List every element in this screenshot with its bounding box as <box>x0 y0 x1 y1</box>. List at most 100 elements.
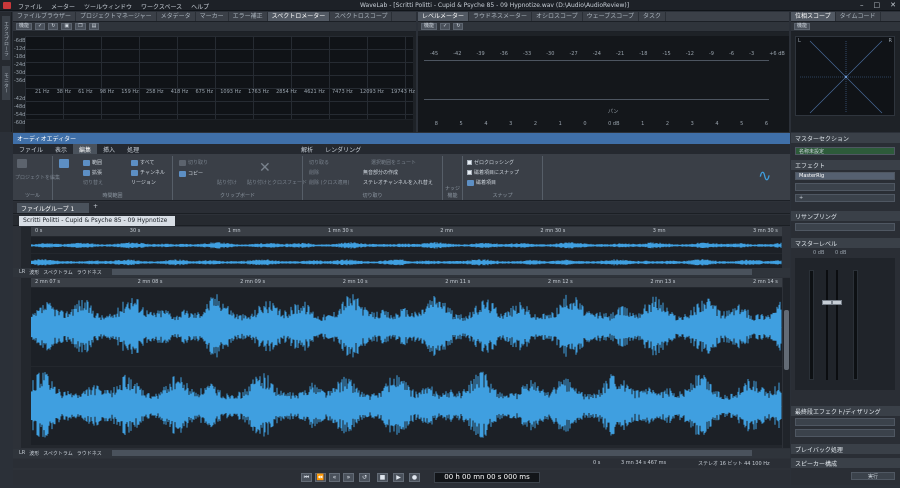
overview-scrollbar[interactable] <box>111 269 752 275</box>
rewind-start-icon[interactable]: ⏮ <box>301 473 312 482</box>
rewind-icon[interactable]: « <box>329 473 340 482</box>
tab-phase-scope[interactable]: 位相スコープ <box>791 12 836 21</box>
function-button[interactable]: 機能 <box>421 23 438 30</box>
loop-icon[interactable]: ↺ <box>359 473 370 482</box>
tab-error-correction[interactable]: エラー補正 <box>229 12 268 21</box>
refresh-icon[interactable]: ↻ <box>453 23 464 30</box>
toggle-button[interactable]: 切り替え <box>83 179 103 186</box>
tab-spectroscope[interactable]: スペクトロスコープ <box>330 12 393 21</box>
zero-crossing-checkbox[interactable]: ゼロクロッシング <box>467 159 514 166</box>
edit-project-icon[interactable] <box>17 159 29 168</box>
region-button[interactable]: リージョン <box>131 179 156 186</box>
tab-project-manager[interactable]: プロジェクトマネージャー <box>76 12 157 21</box>
vtab-explorer[interactable]: エクスプローラ <box>2 16 10 60</box>
view-tab-spectrum[interactable]: スペクトラム <box>43 269 73 276</box>
etab-edit[interactable]: 編集 <box>73 144 98 154</box>
menu-help[interactable]: ヘルプ <box>191 2 209 11</box>
maximize-icon[interactable]: □ <box>874 1 881 9</box>
main-scrollbar[interactable] <box>111 450 752 456</box>
play-icon[interactable]: ▶ <box>393 473 404 482</box>
resample-slot[interactable] <box>795 223 895 231</box>
effect-slot-empty[interactable] <box>795 183 895 191</box>
timecode-display[interactable]: 00 h 00 mn 00 s 000 ms <box>434 472 540 483</box>
view-tab-lr[interactable]: LR <box>19 450 25 457</box>
paste-crossfade-button[interactable]: 貼り付けとクロスフェード <box>247 179 307 186</box>
copy-icon[interactable]: ❐ <box>75 23 86 30</box>
tab-metadata[interactable]: メタデータ <box>157 12 196 21</box>
close-icon[interactable]: ✕ <box>890 1 896 9</box>
check-icon[interactable]: ✓ <box>35 23 46 30</box>
vtab-monitor[interactable]: モニター <box>2 66 10 100</box>
all-button[interactable]: すべて <box>131 159 154 166</box>
tab-wavescope[interactable]: ウェーブスコープ <box>583 12 639 21</box>
channel-button[interactable]: チャンネル <box>131 169 165 176</box>
render-button[interactable]: 実行 <box>851 472 895 480</box>
trim-button[interactable]: 切り取る <box>309 159 329 166</box>
master-preset[interactable]: 名称未設定 <box>795 147 895 155</box>
refresh-icon[interactable]: ↻ <box>48 23 59 30</box>
delete-x-icon[interactable]: ✕ <box>259 160 271 176</box>
final-slot-2[interactable] <box>795 429 895 437</box>
etab-file[interactable]: ファイル <box>13 144 49 154</box>
ruler-label: 2 mn 13 s <box>650 279 676 285</box>
vertical-scrollbar[interactable] <box>783 278 790 448</box>
prev-marker-icon[interactable]: ⏪ <box>315 473 326 482</box>
extend-button[interactable]: 拡張 <box>83 169 102 176</box>
minimize-icon[interactable]: – <box>860 1 864 9</box>
menu-meters[interactable]: メーター <box>51 2 75 11</box>
view-tab-spectrum[interactable]: スペクトラム <box>43 450 73 457</box>
copy-button[interactable]: コピー <box>179 170 203 177</box>
etab-render[interactable]: レンダリング <box>319 144 367 154</box>
menu-toolwindows[interactable]: ツールウィンドウ <box>84 2 132 11</box>
menu-file[interactable]: ファイル <box>18 2 42 11</box>
range-button[interactable]: 範囲 <box>83 159 102 166</box>
fader-right[interactable] <box>832 300 842 305</box>
file-group-tab[interactable]: ファイルグループ 1 <box>17 203 89 213</box>
group-label: クリップボード <box>219 193 255 199</box>
effect-slot-add[interactable]: + <box>795 194 895 202</box>
final-slot-1[interactable] <box>795 418 895 426</box>
view-tab-lr[interactable]: LR <box>19 269 25 276</box>
view-tab-loudness[interactable]: ラウドネス <box>77 269 102 276</box>
snap-magnet-checkbox[interactable]: 磁着項目にスナップ <box>467 169 519 176</box>
forward-icon[interactable]: » <box>343 473 354 482</box>
scroll-thumb[interactable] <box>784 310 789 370</box>
tab-oscilloscope[interactable]: オシロスコープ <box>532 12 583 21</box>
stop-icon[interactable]: ■ <box>377 473 388 482</box>
tab-markers[interactable]: マーカー <box>196 12 229 21</box>
etab-view[interactable]: 表示 <box>49 144 73 154</box>
tab-tasks[interactable]: タスク <box>639 12 666 21</box>
masterrig-slot[interactable]: MasterRig <box>795 172 895 180</box>
mute-selection-button[interactable]: 選択範囲をミュート <box>371 159 416 166</box>
tab-level-meter[interactable]: レベルメーター <box>418 12 470 21</box>
delete-button[interactable]: 削除 <box>309 169 319 176</box>
etab-process[interactable]: 処理 <box>121 144 145 154</box>
swap-channels-button[interactable]: ステレオチャンネルを入れ替え <box>363 179 433 186</box>
cut-button[interactable]: 切り取り <box>179 159 208 166</box>
paste-button[interactable]: 貼り付け <box>217 179 237 186</box>
main-waveform[interactable] <box>31 288 782 446</box>
document-tab[interactable]: Scritti Politti - Cupid & Psyche 85 - 09… <box>19 216 175 226</box>
add-tab-icon[interactable]: + <box>93 203 98 210</box>
etab-insert[interactable]: 挿入 <box>97 144 121 154</box>
magnet-items-button[interactable]: 磁着項目 <box>467 179 496 186</box>
create-silence-button[interactable]: 無音部分の作成 <box>363 169 398 176</box>
view-tab-wave[interactable]: 波形 <box>29 450 39 457</box>
menu-workspace[interactable]: ワークスペース <box>141 2 182 11</box>
delete-crossfade-button[interactable]: 削除 (クロス適用) <box>309 179 350 186</box>
record-icon[interactable]: ● <box>409 473 420 482</box>
tab-spectrometer[interactable]: スペクトロメーター <box>267 12 331 21</box>
etab-analysis[interactable]: 解析 <box>295 144 319 154</box>
tab-loudness-meter[interactable]: ラウドネスメーター <box>469 12 533 21</box>
function-button[interactable]: 機能 <box>794 23 811 30</box>
check-icon[interactable]: ✓ <box>440 23 451 30</box>
function-button[interactable]: 機能 <box>16 23 33 30</box>
tab-timecode[interactable]: タイムコード <box>836 12 881 21</box>
select-tool-icon[interactable] <box>59 159 71 168</box>
camera-icon[interactable]: ▣ <box>61 23 73 30</box>
tab-file-browser[interactable]: ファイルブラウザー <box>13 12 77 21</box>
view-tab-loudness[interactable]: ラウドネス <box>77 450 102 457</box>
view-tab-wave[interactable]: 波形 <box>29 269 39 276</box>
image-icon[interactable]: ▤ <box>88 23 100 30</box>
fader-left[interactable] <box>822 300 832 305</box>
